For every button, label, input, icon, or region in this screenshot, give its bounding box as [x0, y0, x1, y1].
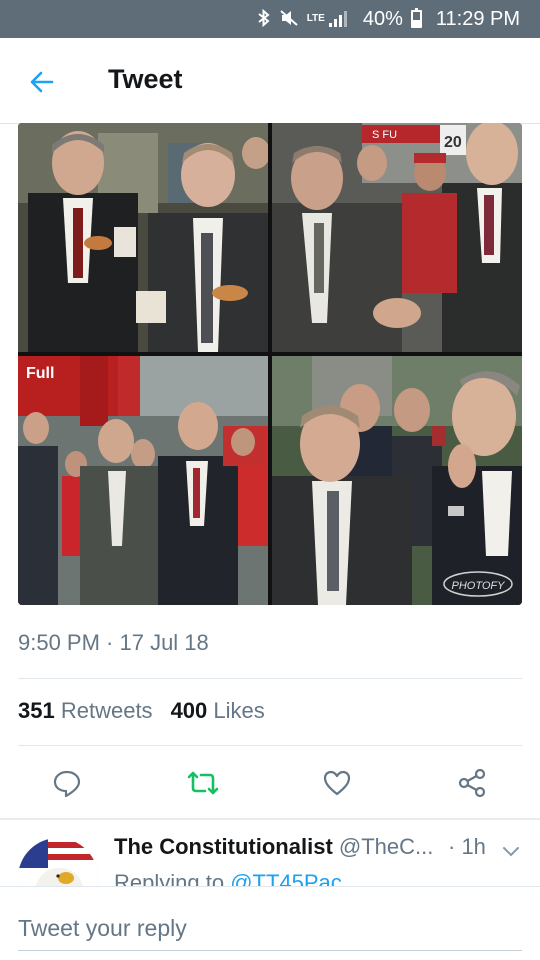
- replying-label: Replying to: [114, 870, 225, 886]
- reply-menu-button[interactable]: [500, 840, 524, 864]
- battery-percent: 40%: [362, 8, 403, 30]
- divider: [18, 745, 522, 746]
- photo-bottom-left[interactable]: Full: [18, 356, 268, 605]
- share-button[interactable]: [455, 766, 489, 800]
- replying-to: Replying to @TT45Pac: [114, 870, 342, 886]
- like-button[interactable]: [320, 766, 354, 800]
- photofy-watermark: PHOTOFY: [452, 580, 506, 592]
- mute-icon: [279, 9, 299, 30]
- tweet-media[interactable]: S FU 20 Full PHOTOFY: [18, 123, 522, 605]
- likes-count: 400: [170, 698, 208, 723]
- reply-composer: [0, 886, 540, 960]
- gas-sign-number: 20: [444, 134, 462, 151]
- app-header: Tweet: [0, 38, 540, 124]
- battery-icon: [410, 8, 422, 28]
- status-bar: LTE 40% 11:29 PM: [0, 0, 540, 38]
- back-button[interactable]: [26, 66, 58, 98]
- tweet-timestamp: 9:50 PM · 17 Jul 18: [18, 630, 209, 655]
- reply-author-name: The Constitutionalist: [114, 834, 333, 859]
- retweets-label: Retweets: [60, 698, 153, 723]
- page-title: Tweet: [108, 64, 183, 94]
- likes-label: Likes: [213, 698, 265, 723]
- divider: [18, 678, 522, 679]
- retweets-count: 351: [18, 698, 55, 723]
- fuel-sign-text: Full: [26, 365, 54, 382]
- retweets-stat[interactable]: 351 Retweets: [18, 698, 153, 724]
- photo-bottom-right[interactable]: PHOTOFY: [272, 356, 522, 605]
- share-icon: [458, 768, 486, 798]
- back-arrow-icon: [30, 71, 54, 93]
- tweet-actions: [0, 760, 540, 806]
- reply-author[interactable]: The Constitutionalist @TheC...: [114, 834, 433, 860]
- reply-time: · 1h: [448, 834, 486, 859]
- photo-top-right[interactable]: S FU 20: [272, 123, 522, 352]
- avatar[interactable]: [18, 838, 98, 886]
- lte-label: LTE: [306, 13, 325, 24]
- reply-author-handle: @TheC...: [338, 834, 434, 859]
- heart-icon: [323, 770, 351, 796]
- likes-stat[interactable]: 400 Likes: [171, 698, 265, 724]
- signal-icon: [328, 11, 347, 27]
- reply-icon: [53, 770, 81, 798]
- reply-input[interactable]: [18, 907, 522, 951]
- clock: 11:29 PM: [435, 8, 520, 30]
- reply-button[interactable]: [50, 766, 84, 800]
- eagle-flag-avatar-icon: [18, 838, 98, 886]
- reply-item[interactable]: The Constitutionalist @TheC... · 1h Repl…: [0, 820, 540, 886]
- bluetooth-icon: [257, 8, 271, 30]
- tweet-stats: 351 Retweets 400 Likes: [18, 698, 265, 724]
- chevron-down-icon: [503, 847, 519, 857]
- mention-link[interactable]: @TT45Pac: [230, 870, 342, 886]
- retweet-icon: [187, 771, 219, 795]
- photo-top-left[interactable]: [18, 123, 268, 352]
- retweet-button[interactable]: [186, 766, 220, 800]
- gas-sign-text: S FU: [372, 129, 397, 141]
